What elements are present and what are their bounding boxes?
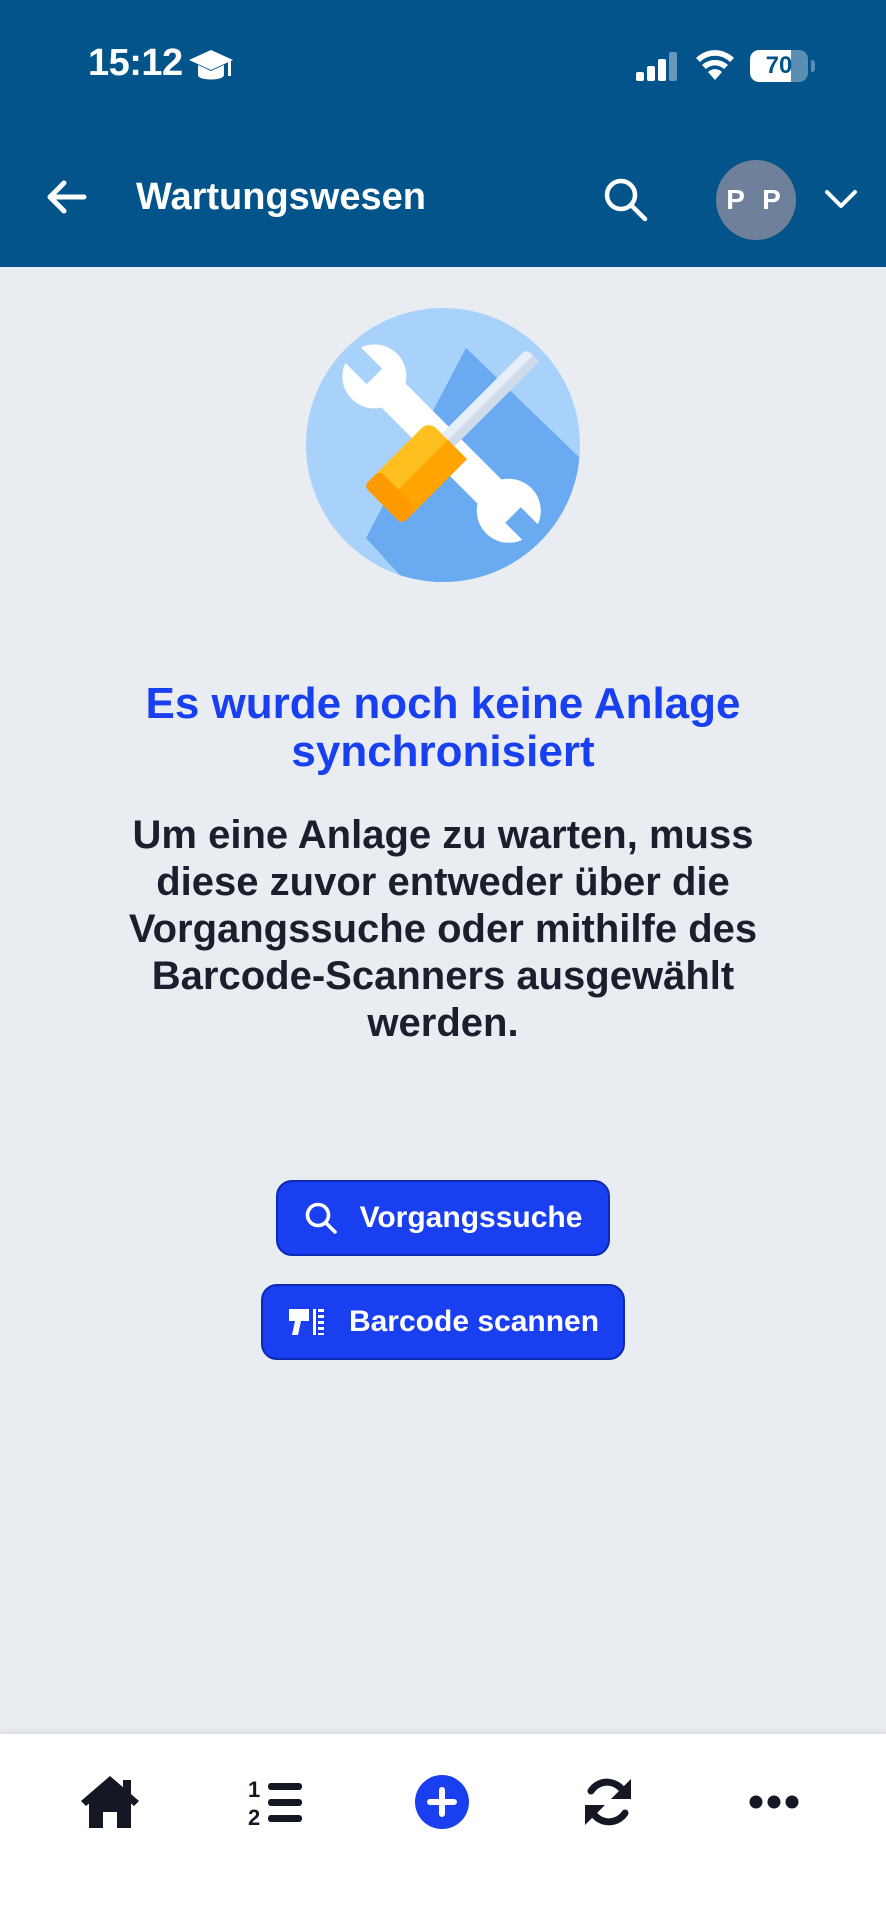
home-icon <box>81 1776 139 1828</box>
svg-text:1: 1 <box>248 1777 260 1802</box>
sync-icon <box>585 1778 631 1826</box>
barcode-scanner-icon <box>288 1309 324 1335</box>
wifi-icon <box>696 50 734 80</box>
page-title: Wartungswesen <box>136 176 426 218</box>
empty-state-description: Um eine Anlage zu warten, muss diese zuv… <box>128 813 758 1045</box>
user-avatar[interactable]: P P <box>716 160 796 240</box>
nav-more[interactable] <box>742 1770 806 1834</box>
nav-add[interactable] <box>410 1770 474 1834</box>
nav-list[interactable]: 1 2 <box>244 1770 308 1834</box>
barcode-scan-button[interactable]: Barcode scannen <box>261 1284 625 1360</box>
more-icon <box>749 1795 799 1809</box>
nav-sync[interactable] <box>576 1770 640 1834</box>
empty-state-title: Es wurde noch keine Anlage synchronisier… <box>145 679 741 776</box>
search-icon <box>305 1202 337 1234</box>
status-time: 15:12 <box>88 42 183 84</box>
wrench-screwdriver-icon <box>306 308 580 582</box>
app-screen: 15:12 70 Wartungswesen P P Es wurde noch… <box>0 0 886 1920</box>
barcode-scan-label: Barcode scannen <box>348 1305 600 1338</box>
numbered-list-icon: 1 2 <box>248 1777 302 1829</box>
vorgangssuche-button[interactable]: Vorgangssuche <box>276 1180 610 1256</box>
arrow-left-icon[interactable] <box>44 175 88 219</box>
bottom-navigation: 1 2 <box>0 1734 886 1920</box>
battery-cap <box>811 60 815 72</box>
add-circle-icon <box>415 1775 469 1829</box>
nav-home[interactable] <box>78 1770 142 1834</box>
battery-icon: 70 <box>750 50 808 82</box>
chevron-down-icon[interactable] <box>823 186 859 212</box>
vorgangssuche-label: Vorgangssuche <box>359 1201 583 1234</box>
svg-text:2: 2 <box>248 1805 260 1829</box>
battery-level: 70 <box>765 52 793 79</box>
graduation-cap-icon <box>189 50 233 80</box>
search-icon[interactable] <box>602 176 648 222</box>
cellular-signal-icon <box>636 52 677 81</box>
app-header: 15:12 70 Wartungswesen P P <box>0 0 886 267</box>
